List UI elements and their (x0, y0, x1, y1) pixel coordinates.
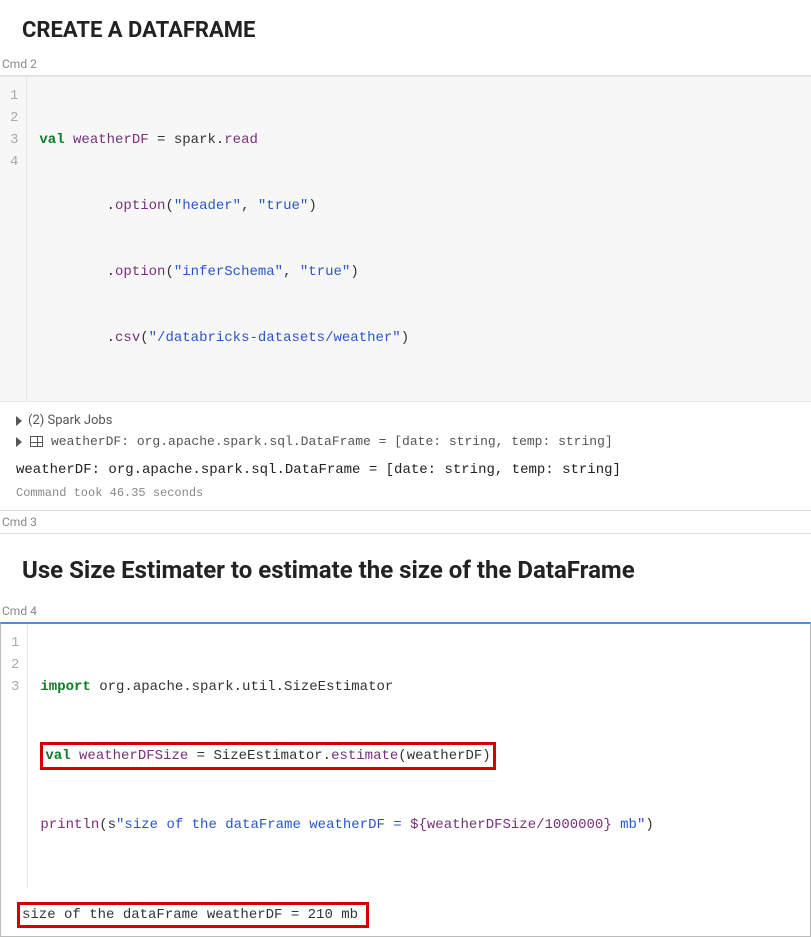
highlight-box-output: size of the dataFrame weatherDF = 210 mb (17, 902, 369, 928)
string-literal: mb" (612, 817, 646, 833)
code-text: . (39, 330, 115, 346)
gutter-cell-2: 1 2 3 4 (0, 77, 27, 401)
code-text: = SizeEstimator. (188, 748, 331, 764)
cmd-label-4: Cmd 4 (0, 600, 811, 622)
string-literal: "header" (174, 198, 241, 214)
code-text: = spark. (149, 132, 225, 148)
code-text: ) (308, 198, 316, 214)
code-text: ) (401, 330, 409, 346)
string-literal: "true" (258, 198, 308, 214)
interp-expr: ${weatherDFSize/1000000} (410, 817, 612, 833)
line-number: 1 (10, 85, 18, 107)
line-number: 2 (10, 107, 18, 129)
line-number: 4 (10, 151, 18, 173)
string-literal: "size of the dataFrame weatherDF = (116, 817, 410, 833)
spark-jobs-row[interactable]: (2) Spark Jobs (16, 410, 795, 431)
table-icon (30, 436, 43, 447)
identifier: read (224, 132, 258, 148)
string-literal: "/databricks-datasets/weather" (149, 330, 401, 346)
code-cell-2[interactable]: 1 2 3 4 val weatherDF = spark.read .opti… (0, 76, 811, 402)
schema-row[interactable]: weatherDF: org.apache.spark.sql.DataFram… (16, 431, 795, 452)
heading-create-dataframe: CREATE A DATAFRAME (0, 0, 811, 53)
triangle-right-icon (16, 437, 22, 447)
code-cell-4[interactable]: 1 2 3 import org.apache.spark.util.SizeE… (0, 622, 811, 937)
spark-jobs-text: (2) Spark Jobs (28, 413, 112, 428)
string-literal: "inferSchema" (174, 264, 283, 280)
command-timing: Command took 46.35 seconds (0, 480, 811, 510)
schema-text: weatherDF: org.apache.spark.sql.DataFram… (51, 434, 613, 449)
identifier: println (40, 817, 99, 833)
code-text: , (283, 264, 300, 280)
code-text: ( (140, 330, 148, 346)
code-text: ) (350, 264, 358, 280)
result-line: weatherDF: org.apache.spark.sql.DataFram… (0, 458, 811, 480)
keyword-import: import (40, 679, 90, 695)
code-lines-cell-4[interactable]: import org.apache.spark.util.SizeEstimat… (28, 624, 810, 888)
code-text: ( (165, 264, 173, 280)
code-lines-cell-2[interactable]: val weatherDF = spark.read .option("head… (27, 77, 811, 401)
line-number: 2 (11, 654, 19, 676)
keyword-val: val (39, 132, 64, 148)
heading-size-estimator: Use Size Estimater to estimate the size … (0, 534, 811, 600)
line-number: 3 (11, 676, 19, 698)
code-text: (weatherDF) (398, 748, 490, 764)
line-number: 1 (11, 632, 19, 654)
identifier: weatherDF (73, 132, 149, 148)
identifier: csv (115, 330, 140, 346)
triangle-right-icon (16, 416, 22, 426)
output-cell-2: (2) Spark Jobs weatherDF: org.apache.spa… (0, 402, 811, 458)
identifier: estimate (331, 748, 398, 764)
keyword-val: val (45, 748, 70, 764)
code-text: ( (165, 198, 173, 214)
cmd-label-3: Cmd 3 (0, 511, 811, 534)
identifier: weatherDFSize (71, 748, 189, 764)
code-text: . (39, 264, 115, 280)
code-text: org.apache.spark.util.SizeEstimator (91, 679, 393, 695)
line-number: 3 (10, 129, 18, 151)
code-text: , (241, 198, 258, 214)
output-cell-4: size of the dataFrame weatherDF = 210 mb (1, 888, 810, 936)
code-text: ) (645, 817, 653, 833)
highlight-box-line2: val weatherDFSize = SizeEstimator.estima… (40, 742, 495, 770)
identifier: option (115, 264, 165, 280)
string-literal: "true" (300, 264, 350, 280)
identifier: option (115, 198, 165, 214)
cmd-label-2: Cmd 2 (0, 53, 811, 76)
gutter-cell-4: 1 2 3 (1, 624, 28, 888)
code-text: . (39, 198, 115, 214)
code-text: (s (99, 817, 116, 833)
